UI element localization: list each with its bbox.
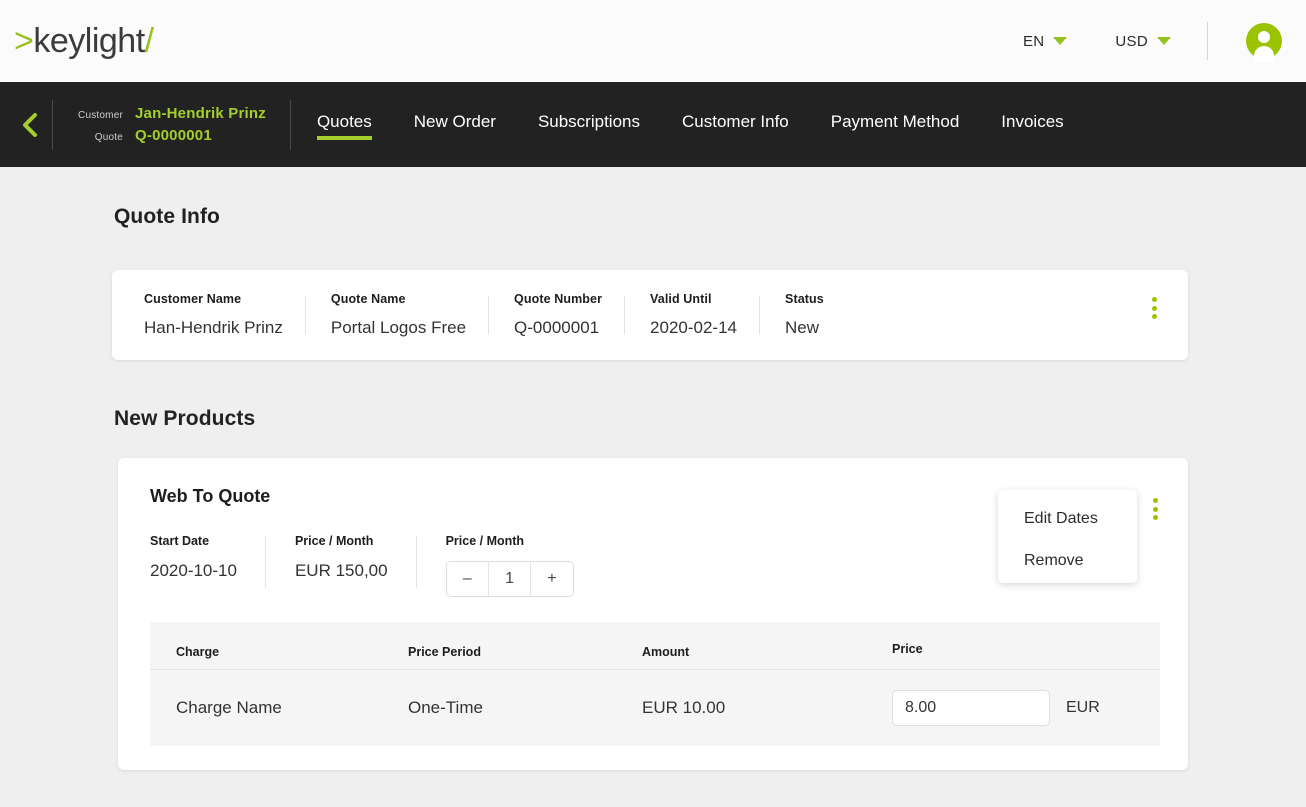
- cell-amount: EUR 10.00: [642, 698, 892, 718]
- field-label: Customer Name: [144, 292, 283, 306]
- context-summary: Customer Jan-Hendrik Prinz Quote Q-00000…: [53, 105, 290, 144]
- logo-suffix: /: [145, 22, 154, 60]
- user-avatar-icon[interactable]: [1246, 23, 1282, 59]
- language-selector[interactable]: EN: [1023, 33, 1067, 50]
- field-quote-name: Quote Name Portal Logos Free: [305, 292, 488, 338]
- column-header-price: Price: [892, 622, 1160, 669]
- field-value: 2020-02-14: [650, 318, 737, 338]
- field-value: Q-0000001: [514, 318, 602, 338]
- kebab-dot: [1152, 306, 1157, 311]
- charge-table: Charge Price Period Amount Price Charge …: [150, 622, 1160, 746]
- field-status: Status New: [759, 292, 846, 338]
- context-navbar: Customer Jan-Hendrik Prinz Quote Q-00000…: [0, 82, 1306, 167]
- chevron-left-icon[interactable]: [8, 111, 52, 139]
- new-products-heading: New Products: [114, 407, 255, 431]
- field-value: EUR 150,00: [295, 561, 388, 581]
- column-header-charge: Charge: [150, 622, 408, 669]
- quote-info-kebab-menu-icon[interactable]: [1142, 293, 1166, 323]
- tab-payment-method[interactable]: Payment Method: [831, 112, 960, 138]
- logo-prefix: >: [14, 22, 33, 60]
- menu-item-remove[interactable]: Remove: [998, 546, 1137, 576]
- menu-item-edit-dates[interactable]: Edit Dates: [998, 504, 1137, 534]
- product-context-menu: Edit Dates Remove: [998, 490, 1137, 583]
- cell-charge-name: Charge Name: [150, 698, 408, 718]
- field-quantity: Price / Month – 1 +: [416, 534, 602, 597]
- field-label: Price / Month: [446, 534, 574, 548]
- product-name: Web To Quote: [150, 486, 270, 507]
- quantity-increase-button[interactable]: +: [531, 562, 572, 596]
- field-label: Start Date: [150, 534, 237, 548]
- quote-info-card: Customer Name Han-Hendrik Prinz Quote Na…: [112, 270, 1188, 360]
- context-quote-label: Quote: [75, 132, 123, 143]
- quantity-decrease-button[interactable]: –: [447, 562, 488, 596]
- context-quote-row: Quote Q-0000001: [75, 127, 266, 144]
- logo-text: keylight: [33, 22, 144, 60]
- chevron-down-icon: [1157, 37, 1171, 45]
- column-header-amount: Amount: [642, 622, 892, 669]
- field-label: Price / Month: [295, 534, 388, 548]
- header-divider: [1207, 22, 1208, 60]
- product-fields: Start Date 2020-10-10 Price / Month EUR …: [150, 534, 602, 597]
- field-label: Quote Name: [331, 292, 466, 306]
- language-value: EN: [1023, 33, 1044, 50]
- field-value: 2020-10-10: [150, 561, 237, 581]
- kebab-dot: [1152, 297, 1157, 302]
- field-quote-number: Quote Number Q-0000001: [488, 292, 624, 338]
- kebab-dot: [1153, 507, 1158, 512]
- context-customer-label: Customer: [75, 110, 123, 121]
- table-row: Charge Name One-Time EUR 10.00 EUR: [150, 670, 1160, 745]
- currency-selector[interactable]: USD: [1115, 33, 1171, 50]
- kebab-dot: [1152, 314, 1157, 319]
- product-kebab-menu-icon[interactable]: [1143, 494, 1167, 524]
- field-label: Quote Number: [514, 292, 602, 306]
- tab-customer-info[interactable]: Customer Info: [682, 112, 789, 138]
- tab-quotes[interactable]: Quotes: [317, 112, 372, 138]
- tab-new-order[interactable]: New Order: [414, 112, 496, 138]
- tab-invoices[interactable]: Invoices: [1001, 112, 1063, 138]
- field-price-month: Price / Month EUR 150,00: [265, 534, 416, 581]
- quantity-value[interactable]: 1: [488, 562, 531, 596]
- field-label: Valid Until: [650, 292, 737, 306]
- cell-price: EUR: [892, 690, 1160, 726]
- field-start-date: Start Date 2020-10-10: [150, 534, 265, 581]
- quantity-stepper[interactable]: – 1 +: [446, 561, 574, 597]
- quote-info-heading: Quote Info: [114, 205, 220, 229]
- price-currency-label: EUR: [1066, 699, 1100, 717]
- context-customer-value: Jan-Hendrik Prinz: [135, 105, 266, 122]
- tab-subscriptions[interactable]: Subscriptions: [538, 112, 640, 138]
- kebab-dot: [1153, 498, 1158, 503]
- header-controls: EN USD: [1023, 0, 1306, 82]
- column-header-price-period: Price Period: [408, 622, 642, 669]
- charge-table-header: Charge Price Period Amount Price: [150, 622, 1160, 670]
- brand-logo[interactable]: >keylight/: [14, 22, 154, 61]
- price-input[interactable]: [892, 690, 1050, 726]
- status-badge: New: [785, 318, 824, 338]
- kebab-dot: [1153, 515, 1158, 520]
- field-value: Portal Logos Free: [331, 318, 466, 338]
- context-quote-value: Q-0000001: [135, 127, 212, 144]
- field-valid-until: Valid Until 2020-02-14: [624, 292, 759, 338]
- context-customer-row: Customer Jan-Hendrik Prinz: [75, 105, 266, 122]
- nav-divider-right: [290, 100, 291, 150]
- quote-info-fields: Customer Name Han-Hendrik Prinz Quote Na…: [112, 270, 1188, 360]
- cell-price-period: One-Time: [408, 698, 642, 718]
- top-header: >keylight/ EN USD: [0, 0, 1306, 82]
- main-tabs: Quotes New Order Subscriptions Customer …: [317, 82, 1106, 167]
- field-customer-name: Customer Name Han-Hendrik Prinz: [144, 292, 305, 338]
- currency-value: USD: [1115, 33, 1148, 50]
- field-value: Han-Hendrik Prinz: [144, 318, 283, 338]
- chevron-down-icon: [1053, 37, 1067, 45]
- field-label: Status: [785, 292, 824, 306]
